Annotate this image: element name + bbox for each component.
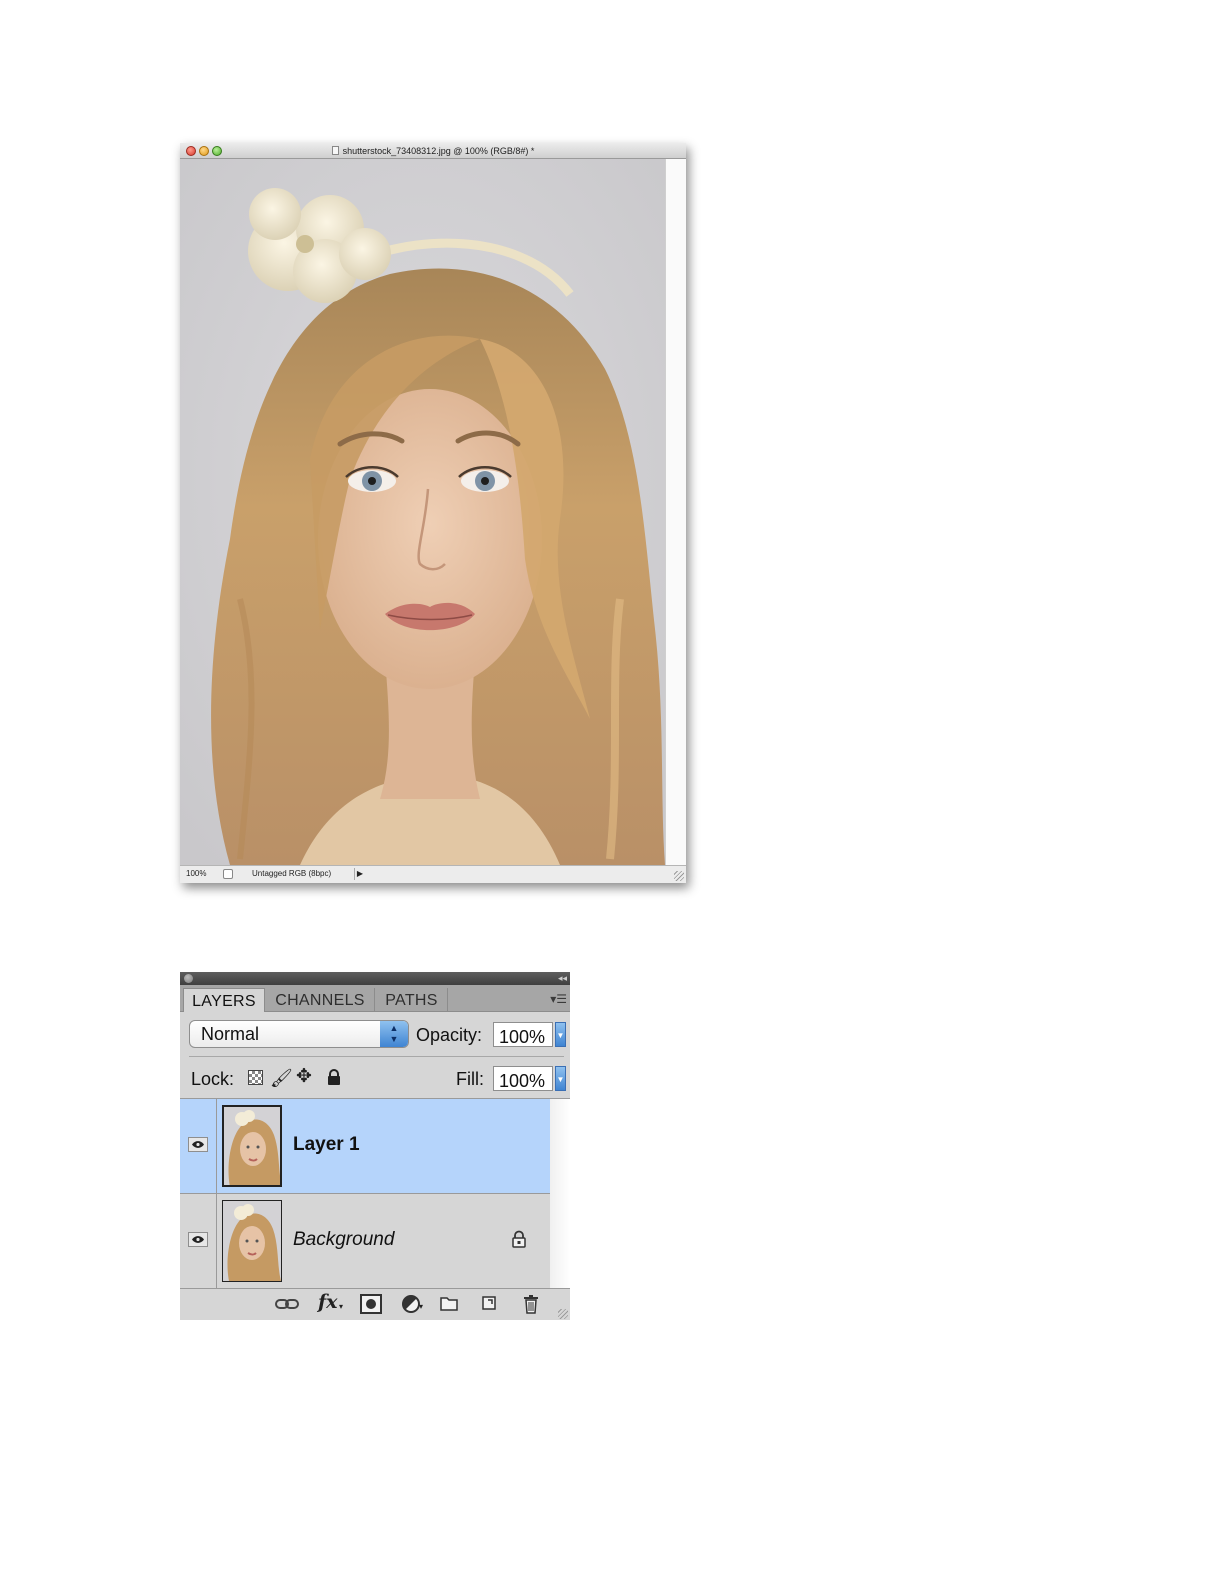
blend-mode-value: Normal [201,1024,260,1044]
adjustment-layer-icon[interactable] [401,1294,421,1314]
status-menu-arrow-icon[interactable]: ▶ [354,868,365,880]
layers-bottom-toolbar: fx ▾ ▾ [180,1288,570,1320]
panel-collapse-icon[interactable]: ◂◂ [558,972,567,985]
layer-row-layer-1[interactable]: Layer 1 [180,1099,550,1194]
layer-mask-icon[interactable] [360,1294,382,1314]
new-layer-icon[interactable] [480,1294,498,1314]
blend-mode-select[interactable]: Normal ▲ ▼ [189,1020,409,1048]
layer-thumbnail[interactable] [222,1105,282,1187]
document-title: shutterstock_73408312.jpg @ 100% (RGB/8#… [342,146,535,156]
lock-image-pixels-icon[interactable]: 🖌 [270,1068,293,1088]
layers-panel: ◂◂ LAYERS CHANNELS PATHS ▾☰ Normal ▲ ▼ Op… [180,972,570,1320]
lock-transparent-pixels-icon[interactable] [248,1070,263,1085]
zoom-preview-icon[interactable] [223,869,233,879]
document-canvas[interactable] [180,159,665,865]
layer-lock-icon [511,1230,527,1253]
panel-menu-icon[interactable]: ▾☰ [547,992,567,1006]
file-icon [331,146,339,155]
opacity-label: Opacity: [416,1025,483,1045]
lock-all-icon[interactable] [327,1069,341,1090]
fx-caret-icon: ▾ [339,1302,344,1311]
fx-icon[interactable]: fx [318,1290,338,1313]
opacity-dropdown-icon[interactable]: ▼ [555,1022,566,1047]
document-window: shutterstock_73408312.jpg @ 100% (RGB/8#… [180,143,686,883]
tab-channels[interactable]: CHANNELS [266,988,375,1012]
eye-icon[interactable] [188,1137,208,1152]
fill-dropdown-icon[interactable]: ▼ [555,1066,566,1091]
blend-mode-stepper-icon[interactable]: ▲ ▼ [380,1021,408,1047]
fill-label: Fill: [456,1069,484,1089]
document-info: Untagged RGB (8bpc) [252,869,332,878]
panel-tab-bar: LAYERS CHANNELS PATHS ▾☰ [180,985,570,1012]
layer-thumbnail[interactable] [222,1200,282,1282]
group-folder-icon[interactable] [439,1294,459,1314]
thumbnail-image [224,1107,280,1185]
document-title-bar[interactable]: shutterstock_73408312.jpg @ 100% (RGB/8#… [180,143,686,159]
vertical-scrollbar[interactable] [665,159,686,865]
visibility-cell[interactable] [180,1194,217,1288]
layer-row-background[interactable]: Background [180,1194,550,1289]
adjustment-caret-icon: ▾ [419,1302,424,1311]
layer-name[interactable]: Background [293,1225,394,1255]
opacity-value: 100% [499,1027,546,1047]
trash-icon[interactable] [522,1294,540,1314]
panel-title-bar[interactable]: ◂◂ [180,972,570,985]
fill-field[interactable]: 100% [493,1066,553,1091]
opacity-field[interactable]: 100% [493,1022,553,1047]
portrait-photo [180,159,665,865]
panel-resize-grip-icon[interactable] [558,1309,568,1319]
divider [189,1056,564,1057]
document-status-bar: 100% Untagged RGB (8bpc) ▶ [180,865,686,883]
zoom-level[interactable]: 100% [186,866,206,882]
thumbnail-image [223,1201,281,1281]
resize-grip-icon[interactable] [674,871,684,881]
panel-close-icon[interactable] [184,974,193,983]
layer-list: Layer 1 Background [180,1098,570,1289]
lock-position-icon[interactable]: ✥ [296,1067,312,1087]
link-layers-icon[interactable] [274,1294,300,1314]
fill-value: 100% [499,1071,546,1091]
visibility-cell[interactable] [180,1099,217,1193]
document-title-wrap: shutterstock_73408312.jpg @ 100% (RGB/8#… [180,144,686,158]
tab-layers[interactable]: LAYERS [183,988,265,1012]
layer-list-scroll-area[interactable] [550,1099,570,1289]
lock-label: Lock: [191,1069,235,1089]
tab-paths[interactable]: PATHS [376,988,448,1012]
eye-icon[interactable] [188,1232,208,1247]
layer-name[interactable]: Layer 1 [293,1130,360,1160]
